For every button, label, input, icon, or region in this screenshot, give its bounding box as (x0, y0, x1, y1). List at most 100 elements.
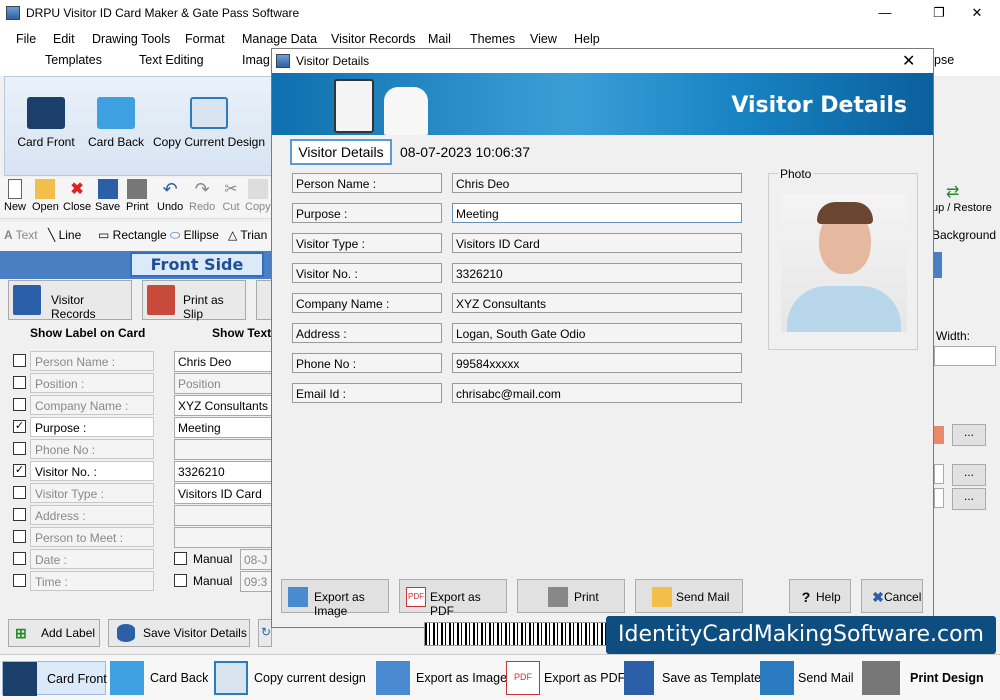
visitor-records-button[interactable]: Visitor Records (8, 280, 132, 321)
close-file-button[interactable]: ✖ Close (63, 179, 91, 213)
width-input[interactable] (934, 346, 996, 366)
menu-drawing-tools[interactable]: Drawing Tools (92, 32, 170, 46)
taskbar-copy-design[interactable]: Copy current design (214, 661, 370, 695)
menu-mail[interactable]: Mail (428, 32, 451, 46)
menu-edit[interactable]: Edit (53, 32, 75, 46)
open-button[interactable]: Open (32, 179, 59, 213)
line-tool[interactable]: ╲ Line (48, 228, 81, 242)
copy-button[interactable]: Copy (245, 179, 271, 213)
show-label-checkbox[interactable] (13, 354, 26, 367)
show-label-checkbox[interactable] (13, 398, 26, 411)
taskbar-card-back[interactable]: Card Back (110, 661, 210, 695)
taskbar-send-mail[interactable]: Send Mail (760, 661, 856, 695)
menu-format[interactable]: Format (185, 32, 225, 46)
field-value[interactable]: 09:3 (240, 571, 272, 592)
clear-details-button[interactable]: ↻ (258, 619, 272, 647)
save-icon (97, 179, 118, 199)
more-button[interactable] (256, 280, 272, 320)
menu-file[interactable]: File (16, 32, 36, 46)
dialog-field-value[interactable]: 3326210 (452, 263, 742, 283)
taskbar-save-template[interactable]: Save as Template (624, 661, 761, 695)
show-label-checkbox[interactable]: ✓ (13, 464, 26, 477)
right-field-1[interactable] (934, 464, 944, 484)
menu-visitor-records[interactable]: Visitor Records (331, 32, 416, 46)
ribbon-card-front-button[interactable]: Card Front (11, 97, 81, 149)
show-label-checkbox[interactable] (13, 486, 26, 499)
field-value[interactable]: Meeting (174, 417, 272, 438)
tab-ellipse[interactable]: pse (934, 53, 954, 67)
dialog-field-value[interactable]: chrisabc@mail.com (452, 383, 742, 403)
taskbar-export-pdf[interactable]: PDF Export as PDF (506, 661, 625, 695)
dialog-close-icon[interactable]: ✕ (902, 51, 915, 71)
field-value[interactable]: 08-J (240, 549, 272, 570)
taskbar-print-design[interactable]: Print Design (862, 661, 996, 695)
right-field-2[interactable] (934, 488, 944, 508)
dialog-field-value[interactable]: Logan, South Gate Odio (452, 323, 742, 343)
ellipse-tool[interactable]: ⬭ Ellipse (170, 228, 219, 243)
show-label-checkbox[interactable] (13, 442, 26, 455)
show-label-checkbox[interactable] (13, 530, 26, 543)
menu-manage-data[interactable]: Manage Data (242, 32, 317, 46)
taskbar-export-image[interactable]: Export as Image (376, 661, 507, 695)
dialog-field-value[interactable]: Chris Deo (452, 173, 742, 193)
tab-templates[interactable]: Templates (45, 53, 102, 67)
add-label-button[interactable]: ⊞ Add Label (8, 619, 100, 647)
print-button[interactable]: Print (126, 179, 149, 213)
show-label-checkbox[interactable] (13, 574, 26, 587)
minimize-button[interactable]: — (862, 0, 908, 26)
tab-text-editing[interactable]: Text Editing (139, 53, 204, 67)
title-bar: DRPU Visitor ID Card Maker & Gate Pass S… (0, 0, 1000, 26)
dialog-field-value[interactable]: 99584xxxxx (452, 353, 742, 373)
export-as-pdf-button[interactable]: PDF Export as PDF (399, 579, 507, 618)
backup-restore-label[interactable]: up / Restore (932, 202, 992, 214)
manual-checkbox[interactable] (174, 574, 187, 587)
help-button[interactable]: ? Help (789, 579, 851, 613)
browse-button-1[interactable]: ... (952, 464, 986, 486)
save-visitor-details-button[interactable]: Save Visitor Details (108, 619, 250, 647)
ribbon-copy-design-button[interactable]: Copy Current Design (151, 97, 267, 149)
export-as-image-button[interactable]: Export as Image (281, 579, 389, 618)
text-tool[interactable]: A Text (4, 228, 38, 242)
width-label: Width: (936, 329, 971, 343)
field-value[interactable]: Chris Deo (174, 351, 272, 372)
field-value[interactable]: XYZ Consultants (174, 395, 272, 416)
save-button[interactable]: Save (95, 179, 120, 213)
copy-design-icon (190, 97, 228, 129)
rectangle-tool[interactable]: ▭ Rectangle (98, 228, 167, 242)
menu-help[interactable]: Help (574, 32, 600, 46)
send-mail-button[interactable]: Send Mail (635, 579, 743, 613)
redo-button[interactable]: ↷ Redo (189, 179, 215, 213)
color-swatch[interactable] (934, 426, 944, 444)
menu-themes[interactable]: Themes (470, 32, 515, 46)
browse-button-2[interactable]: ... (952, 488, 986, 510)
field-value[interactable]: 3326210 (174, 461, 272, 482)
cut-button[interactable]: ✂ Cut (221, 179, 241, 213)
color-picker-button[interactable]: ... (952, 424, 986, 446)
tab-image[interactable]: Imag (242, 53, 270, 67)
field-value[interactable]: Visitors ID Card (174, 483, 272, 504)
dialog-field-value[interactable]: XYZ Consultants (452, 293, 742, 313)
ribbon-card-back-button[interactable]: Card Back (81, 97, 151, 149)
menu-view[interactable]: View (530, 32, 557, 46)
field-value[interactable] (174, 505, 272, 526)
cancel-button[interactable]: ✖ Cancel (861, 579, 923, 613)
dialog-field-value[interactable]: Visitors ID Card (452, 233, 742, 253)
undo-button[interactable]: ↶ Undo (157, 179, 183, 213)
show-label-checkbox[interactable] (13, 376, 26, 389)
triangle-tool[interactable]: △ Trian (228, 228, 267, 242)
taskbar-card-front[interactable]: Card Front (2, 661, 107, 696)
field-value[interactable] (174, 527, 272, 548)
dialog-field-value[interactable]: Meeting (452, 203, 742, 223)
app-icon (6, 6, 20, 20)
show-label-checkbox[interactable]: ✓ (13, 420, 26, 433)
new-button[interactable]: New (4, 179, 26, 213)
manual-checkbox[interactable] (174, 552, 187, 565)
field-value[interactable]: Position (174, 373, 272, 394)
dialog-print-button[interactable]: Print (517, 579, 625, 613)
show-label-checkbox[interactable] (13, 508, 26, 521)
show-label-checkbox[interactable] (13, 552, 26, 565)
print-as-slip-button[interactable]: Print as Slip (142, 280, 246, 321)
close-button[interactable]: ✕ (954, 0, 1000, 26)
field-value[interactable] (174, 439, 272, 460)
background-tool[interactable]: Background (932, 228, 996, 242)
